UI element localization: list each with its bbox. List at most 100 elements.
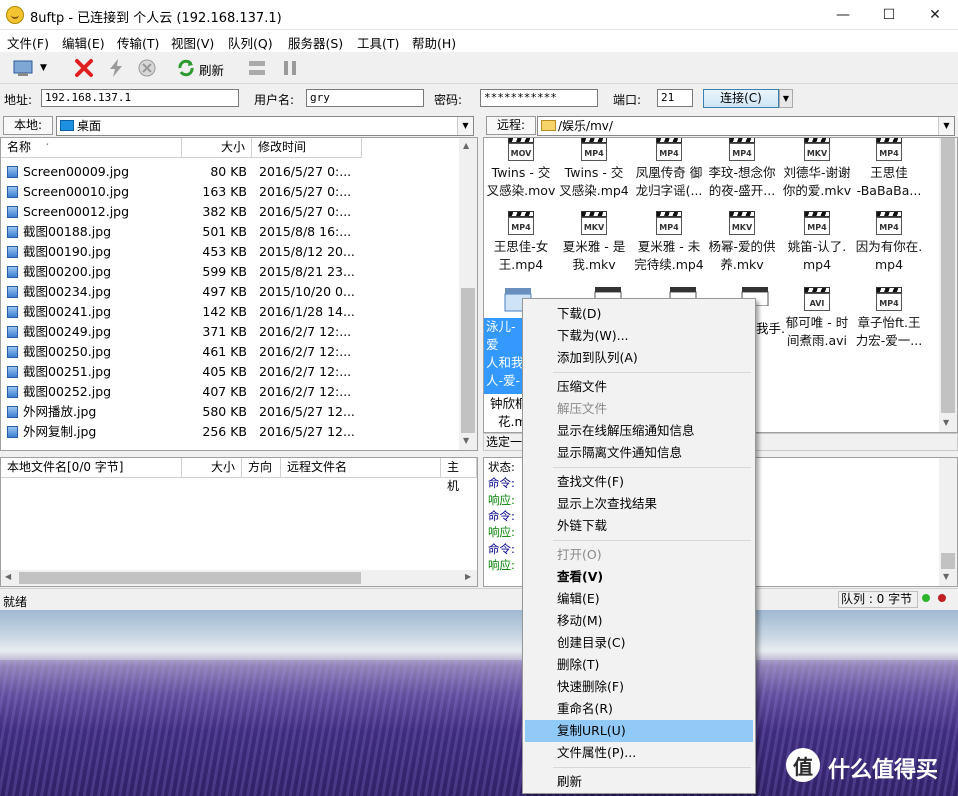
remote-path-combo[interactable]: /娱乐/mv/ ▼ — [537, 116, 955, 136]
log-scrollbar[interactable]: ▼ — [939, 458, 957, 586]
queue-col-size[interactable]: 大小 — [182, 458, 242, 478]
col-name[interactable]: 名称 ˊ — [1, 138, 182, 158]
file-row[interactable]: 截图00234.jpg 497 KB 2015/10/20 0... — [5, 282, 457, 302]
context-menu-item[interactable]: 外链下载 — [525, 515, 753, 537]
context-menu-item[interactable]: 显示在线解压缩通知信息 — [525, 420, 753, 442]
remote-file-item[interactable]: MKV 刘德华-谢谢 你的爱.mkv — [780, 138, 854, 200]
chevron-down-icon[interactable]: ▼ — [938, 117, 954, 135]
context-menu-item[interactable]: 编辑(E) — [525, 588, 753, 610]
file-row[interactable]: 截图00188.jpg 501 KB 2015/8/8 16:... — [5, 222, 457, 242]
menu-transfer[interactable]: 传输(T) — [117, 33, 159, 52]
chevron-down-icon[interactable]: ▼ — [943, 572, 949, 581]
context-menu-item[interactable]: 查看(V) — [525, 566, 753, 588]
file-row[interactable]: Screen00010.jpg 163 KB 2016/5/27 0:... — [5, 182, 457, 202]
chevron-up-icon[interactable]: ▲ — [463, 141, 469, 150]
refresh-button[interactable]: 刷新 — [199, 60, 224, 79]
menu-server[interactable]: 服务器(S) — [288, 33, 343, 52]
remote-file-item[interactable]: MP4 李玟-想念你 的夜-盛开... — [705, 138, 779, 200]
file-row[interactable]: 截图00241.jpg 142 KB 2016/1/28 14... — [5, 302, 457, 322]
remote-file-item[interactable]: MP4 因为有你在. mp4 — [852, 208, 926, 274]
local-path-combo[interactable]: 桌面 ▼ — [56, 116, 474, 136]
remote-file-item[interactable]: MP4 王思佳-女 王.mp4 — [484, 208, 558, 274]
col-modified[interactable]: 修改时间 — [252, 138, 362, 158]
file-row[interactable]: Screen00009.jpg 80 KB 2016/5/27 0:... — [5, 162, 457, 182]
context-menu-item[interactable]: 文件属性(P)... — [525, 742, 753, 764]
context-menu-item[interactable]: 创建目录(C) — [525, 632, 753, 654]
username-input[interactable]: gry — [306, 89, 424, 107]
menu-view[interactable]: 视图(V) — [171, 33, 214, 52]
pause-icon[interactable] — [280, 58, 300, 78]
context-menu-item[interactable]: 查找文件(F) — [525, 471, 753, 493]
col-size[interactable]: 大小 — [182, 138, 252, 158]
queue-col-remote[interactable]: 远程文件名 — [281, 458, 441, 478]
minimize-button[interactable]: — — [820, 0, 866, 30]
connect-button[interactable]: 连接(C) — [703, 89, 779, 108]
file-row[interactable]: 外网播放.jpg 580 KB 2016/5/27 12... — [5, 402, 457, 422]
lightning-icon[interactable] — [106, 58, 126, 78]
file-row[interactable]: 截图00249.jpg 371 KB 2016/2/7 12:... — [5, 322, 457, 342]
file-row[interactable]: 截图00200.jpg 599 KB 2015/8/21 23... — [5, 262, 457, 282]
maximize-button[interactable]: ☐ — [866, 0, 912, 30]
remote-file-item[interactable]: MKV 夏米雅 - 是我.mkv — [557, 208, 631, 274]
password-input[interactable]: *********** — [480, 89, 598, 107]
file-row[interactable]: 截图00252.jpg 407 KB 2016/2/7 12:... — [5, 382, 457, 402]
context-menu-item[interactable]: 移动(M) — [525, 610, 753, 632]
site-manager-icon[interactable] — [12, 58, 33, 78]
refresh-icon[interactable] — [176, 58, 196, 78]
remote-file-item[interactable]: MOV Twins - 交叉感染.mov — [484, 138, 558, 200]
remote-file-item[interactable]: MP4 夏米雅 - 未完待续.mp4 — [632, 208, 706, 274]
remote-file-item[interactable]: MP4 凤凰传奇 御龙归字谣(... — [632, 138, 706, 200]
chevron-down-icon[interactable]: ▼ — [40, 58, 54, 78]
file-row[interactable]: Screen00012.jpg 382 KB 2016/5/27 0:... — [5, 202, 457, 222]
remote-file-item[interactable]: MP4 章子怡ft.王 力宏-爱一... — [852, 284, 926, 350]
chevron-right-icon[interactable]: ▶ — [465, 572, 471, 581]
remote-file-item[interactable]: AVI 郁可唯 - 时间煮雨.avi — [780, 284, 854, 350]
context-menu-item[interactable]: 添加到队列(A) — [525, 347, 753, 369]
chevron-down-icon[interactable]: ▼ — [463, 436, 469, 445]
menu-file[interactable]: 文件(F) — [7, 33, 49, 52]
chevron-left-icon[interactable]: ◀ — [5, 572, 11, 581]
transfer-icon[interactable] — [247, 58, 267, 78]
address-input[interactable]: 192.168.137.1 — [41, 89, 239, 107]
context-menu-item[interactable]: 下载(D) — [525, 303, 753, 325]
context-menu-item[interactable]: 复制URL(U) — [525, 720, 753, 742]
file-row[interactable]: 截图00250.jpg 461 KB 2016/2/7 12:... — [5, 342, 457, 362]
queue-col-local[interactable]: 本地文件名[0/0 字节] — [1, 458, 182, 478]
chevron-down-icon[interactable]: ▼ — [457, 117, 473, 135]
context-menu-item[interactable]: 显示上次查找结果 — [525, 493, 753, 515]
queue-col-direction[interactable]: 方向 — [242, 458, 281, 478]
queue-hscrollbar[interactable]: ◀ ▶ — [1, 570, 477, 586]
context-menu-item[interactable]: 删除(T) — [525, 654, 753, 676]
menu-edit[interactable]: 编辑(E) — [62, 33, 105, 52]
remote-scrollbar[interactable]: ▼ — [939, 138, 957, 432]
local-scrollbar[interactable]: ▲ ▼ — [459, 138, 477, 450]
remote-item-selected[interactable]: 泳儿-爱 人和我 人-爱- mp — [484, 286, 532, 394]
remote-file-item[interactable]: MKV 杨幂-爱的供 养.mkv — [705, 208, 779, 274]
context-menu-item[interactable]: 快速删除(F) — [525, 676, 753, 698]
local-scroll-thumb[interactable] — [461, 288, 475, 433]
queue-col-host[interactable]: 主机 — [441, 458, 477, 493]
port-input[interactable]: 21 — [657, 89, 693, 107]
stop-icon[interactable] — [137, 58, 157, 78]
file-row[interactable]: 外网复制.jpg 256 KB 2016/5/27 12... — [5, 422, 457, 442]
disconnect-icon[interactable] — [74, 58, 94, 78]
menu-tools[interactable]: 工具(T) — [357, 33, 399, 52]
context-menu-item[interactable]: 显示隔离文件通知信息 — [525, 442, 753, 464]
context-menu-item[interactable]: 重命名(R) — [525, 698, 753, 720]
remote-file-item[interactable]: MP4 姚笛-认了. mp4 — [780, 208, 854, 274]
context-menu-item[interactable]: 刷新 — [525, 771, 753, 793]
context-menu-item[interactable]: 压缩文件 — [525, 376, 753, 398]
chevron-down-icon[interactable]: ▼ — [943, 418, 949, 427]
menu-queue[interactable]: 队列(Q) — [228, 33, 273, 52]
remote-file-item[interactable]: MP4 王思佳 -BaBaBa... — [852, 138, 926, 200]
close-button[interactable]: ✕ — [912, 0, 958, 30]
log-scroll-thumb[interactable] — [941, 553, 955, 569]
context-menu-item[interactable]: 下载为(W)... — [525, 325, 753, 347]
queue-scroll-thumb[interactable] — [19, 572, 361, 584]
file-row[interactable]: 截图00190.jpg 453 KB 2015/8/12 20... — [5, 242, 457, 262]
remote-file-item[interactable]: MP4 Twins - 交叉感染.mp4 — [557, 138, 631, 200]
menu-help[interactable]: 帮助(H) — [412, 33, 456, 52]
file-row[interactable]: 截图00251.jpg 405 KB 2016/2/7 12:... — [5, 362, 457, 382]
remote-scroll-thumb[interactable] — [941, 138, 955, 413]
chevron-down-icon[interactable]: ▼ — [779, 89, 793, 108]
